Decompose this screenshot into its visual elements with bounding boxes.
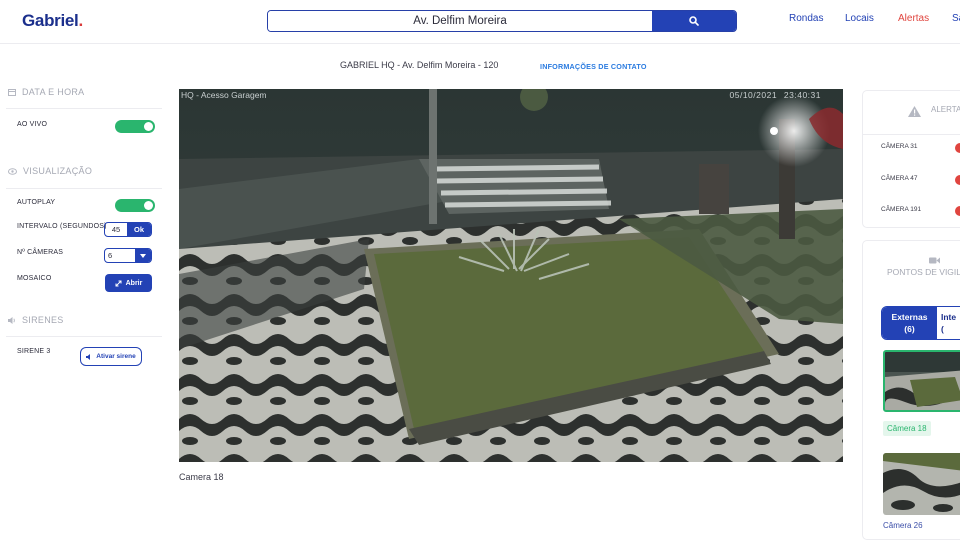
alert-item[interactable]: CÂMERA 191	[881, 206, 921, 213]
camera-thumbnail[interactable]	[883, 453, 960, 515]
surveillance-points-title: PONTOS DE VIGIL	[887, 267, 960, 277]
expand-icon	[115, 280, 122, 286]
search-input[interactable]	[268, 11, 652, 31]
alerts-header: ALERTA	[863, 91, 960, 135]
nav-locais[interactable]: Locais	[845, 13, 874, 24]
camera-thumbnail[interactable]	[883, 350, 960, 412]
camera-video-feed[interactable]: HQ - Acesso Garagem 05/10/2021 23:40:31	[179, 89, 843, 462]
autoplay-toggle[interactable]	[115, 199, 155, 212]
surveillance-points-panel: PONTOS DE VIGIL Externas (6) Inte ( Câme…	[862, 240, 960, 540]
eye-icon	[8, 167, 17, 175]
activate-siren-button[interactable]: Ativar sirene	[80, 347, 142, 366]
video-caption: Camera 18	[179, 472, 224, 482]
alert-status-dot	[955, 143, 960, 153]
alert-item[interactable]: CÂMERA 31	[881, 143, 918, 150]
mosaic-label: MOSAICO	[17, 275, 52, 282]
site-title: GABRIEL HQ - Av. Delfim Moreira - 120	[340, 60, 499, 70]
chevron-down-icon	[135, 249, 151, 262]
siren-speaker-icon	[86, 353, 91, 360]
interval-ok-button[interactable]: Ok	[127, 223, 151, 236]
search-icon	[689, 16, 699, 26]
live-label: AO VIVO	[17, 121, 48, 128]
app-logo[interactable]: Gabriel.	[22, 11, 83, 31]
warning-icon	[908, 106, 921, 117]
contact-info-link[interactable]: INFORMAÇÕES DE CONTATO	[540, 62, 647, 71]
cameras-select-value: 6	[108, 251, 113, 260]
video-overlay-camera-name: HQ - Acesso Garagem	[181, 90, 267, 100]
points-tabs: Externas (6) Inte (	[881, 306, 960, 340]
alert-status-dot	[955, 206, 960, 216]
nav-more[interactable]: Sa	[952, 13, 960, 24]
view-section-title: VISUALIZAÇÃO	[8, 166, 92, 176]
camera-icon	[929, 257, 940, 264]
tab-external[interactable]: Externas (6)	[882, 307, 937, 339]
search-bar	[267, 10, 737, 32]
tab-internal[interactable]: Inte (	[937, 307, 960, 339]
alerts-panel: ALERTA CÂMERA 31 CÂMERA 47 CÂMERA 191	[862, 90, 960, 228]
divider	[6, 188, 162, 189]
calendar-icon	[8, 89, 16, 96]
speaker-icon	[8, 316, 15, 324]
nav-alertas[interactable]: Alertas	[898, 13, 929, 24]
live-toggle[interactable]	[115, 120, 155, 133]
video-overlay-timestamp: 05/10/2021 23:40:31	[729, 90, 821, 100]
camera-scene	[179, 89, 843, 462]
mosaic-open-button[interactable]: Abrir	[105, 274, 152, 292]
alert-status-dot	[955, 175, 960, 185]
cameras-select[interactable]: 6	[104, 248, 152, 263]
siren-name: SIRENE 3	[17, 348, 51, 355]
camera-thumbnail-label[interactable]: Câmera 26	[883, 521, 923, 530]
interval-input-group: 45 Ok	[104, 222, 152, 237]
camera-thumbnail-label[interactable]: Câmera 18	[883, 421, 931, 436]
autoplay-label: AUTOPLAY	[17, 199, 56, 206]
datetime-section-title: DATA E HORA	[8, 87, 84, 97]
top-bar: Gabriel. Rondas Locais Alertas Sa	[0, 0, 960, 44]
alert-item[interactable]: CÂMERA 47	[881, 175, 918, 182]
interval-input[interactable]: 45	[105, 223, 127, 236]
search-button[interactable]	[652, 11, 736, 31]
divider	[6, 108, 162, 109]
sirens-section-title: SIRENES	[8, 315, 64, 325]
cameras-label: Nº CÂMERAS	[17, 249, 64, 256]
divider	[6, 336, 162, 337]
nav-rondas[interactable]: Rondas	[789, 13, 823, 24]
interval-label: INTERVALO (SEGUNDOS)	[17, 223, 107, 230]
